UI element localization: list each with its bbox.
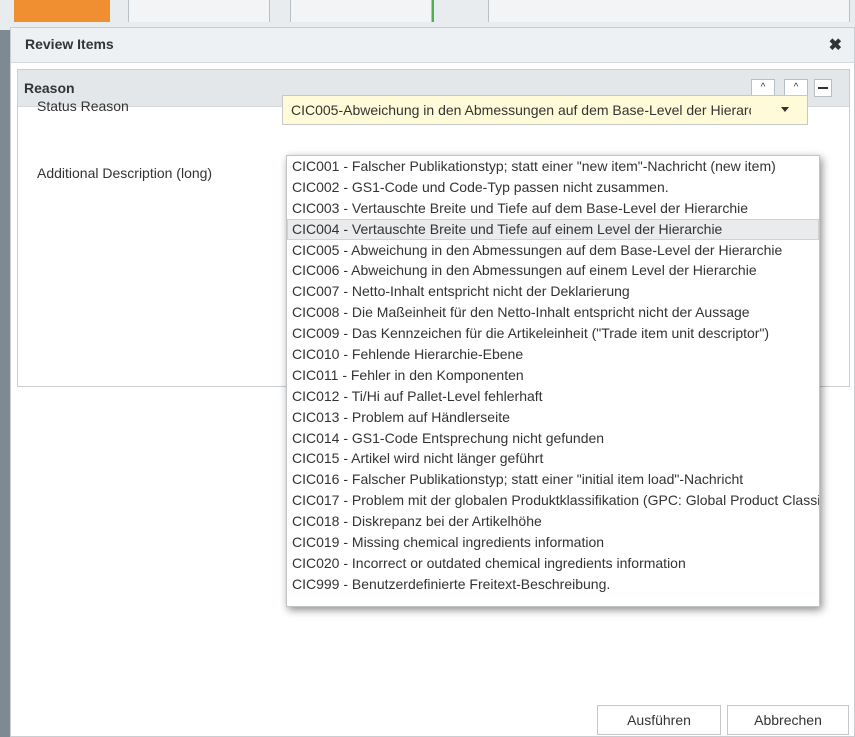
dropdown-option[interactable]: CIC017 - Problem mit der globalen Produk… <box>287 490 819 511</box>
dropdown-option[interactable]: CIC003 - Vertauschte Breite und Tiefe au… <box>287 198 819 219</box>
panel-title: Reason <box>24 80 75 96</box>
dropdown-option[interactable]: CIC005 - Abweichung in den Abmessungen a… <box>287 240 819 261</box>
background-toolbar <box>0 0 855 30</box>
background-orange-tab <box>14 0 110 22</box>
dropdown-option[interactable]: CIC001 - Falscher Publikationstyp; statt… <box>287 156 819 177</box>
dropdown-option[interactable]: CIC009 - Das Kennzeichen für die Artikel… <box>287 323 819 344</box>
background-toolbar-button <box>290 0 432 22</box>
dropdown-option[interactable]: CIC018 - Diskrepanz bei der Artikelhöhe <box>287 511 819 532</box>
dropdown-option[interactable]: CIC014 - GS1-Code Entsprechung nicht gef… <box>287 428 819 449</box>
dropdown-option[interactable]: CIC010 - Fehlende Hierarchie-Ebene <box>287 344 819 365</box>
dialog-title: Review Items <box>25 36 114 52</box>
dropdown-option[interactable]: CIC008 - Die Maßeinheit für den Netto-In… <box>287 302 819 323</box>
dropdown-option[interactable]: CIC011 - Fehler in den Komponenten <box>287 365 819 386</box>
cancel-button[interactable]: Abbrechen <box>727 705 849 735</box>
dropdown-option[interactable]: CIC007 - Netto-Inhalt entspricht nicht d… <box>287 281 819 302</box>
additional-description-label: Additional Description (long) <box>37 165 213 181</box>
dropdown-option[interactable]: CIC006 - Abweichung in den Abmessungen a… <box>287 260 819 281</box>
dropdown-option[interactable]: CIC019 - Missing chemical ingredients in… <box>287 532 819 553</box>
close-icon[interactable]: ✖ <box>829 35 842 55</box>
status-reason-dropdown[interactable]: CIC001 - Falscher Publikationstyp; statt… <box>286 155 820 607</box>
status-reason-select[interactable]: CIC005-Abweichung in den Abmessungen auf… <box>282 95 808 125</box>
background-toolbar-button <box>128 0 270 22</box>
dropdown-option[interactable]: CIC020 - Incorrect or outdated chemical … <box>287 553 819 574</box>
dropdown-option[interactable]: CIC012 - Ti/Hi auf Pallet-Level fehlerha… <box>287 386 819 407</box>
dropdown-option[interactable]: CIC002 - GS1-Code und Code-Typ passen ni… <box>287 177 819 198</box>
background-accent-line <box>432 0 434 22</box>
dropdown-option[interactable]: CIC015 - Artikel wird nicht länger gefüh… <box>287 448 819 469</box>
dialog-header: Review Items ✖ <box>11 28 854 63</box>
dropdown-option[interactable]: CIC013 - Problem auf Händlerseite <box>287 407 819 428</box>
dropdown-option[interactable]: CIC016 - Falscher Publikationstyp; statt… <box>287 469 819 490</box>
dropdown-option[interactable]: CIC004 - Vertauschte Breite und Tiefe au… <box>287 218 819 240</box>
status-reason-value: CIC005-Abweichung in den Abmessungen auf… <box>291 102 751 118</box>
background-toolbar-button <box>488 0 850 22</box>
chevron-down-icon[interactable] <box>781 107 789 112</box>
dropdown-option[interactable]: CIC999 - Benutzerdefinierte Freitext-Bes… <box>287 574 819 595</box>
status-reason-label: Status Reason <box>37 98 129 114</box>
execute-button[interactable]: Ausführen <box>597 705 721 735</box>
minimize-icon[interactable] <box>814 79 832 97</box>
